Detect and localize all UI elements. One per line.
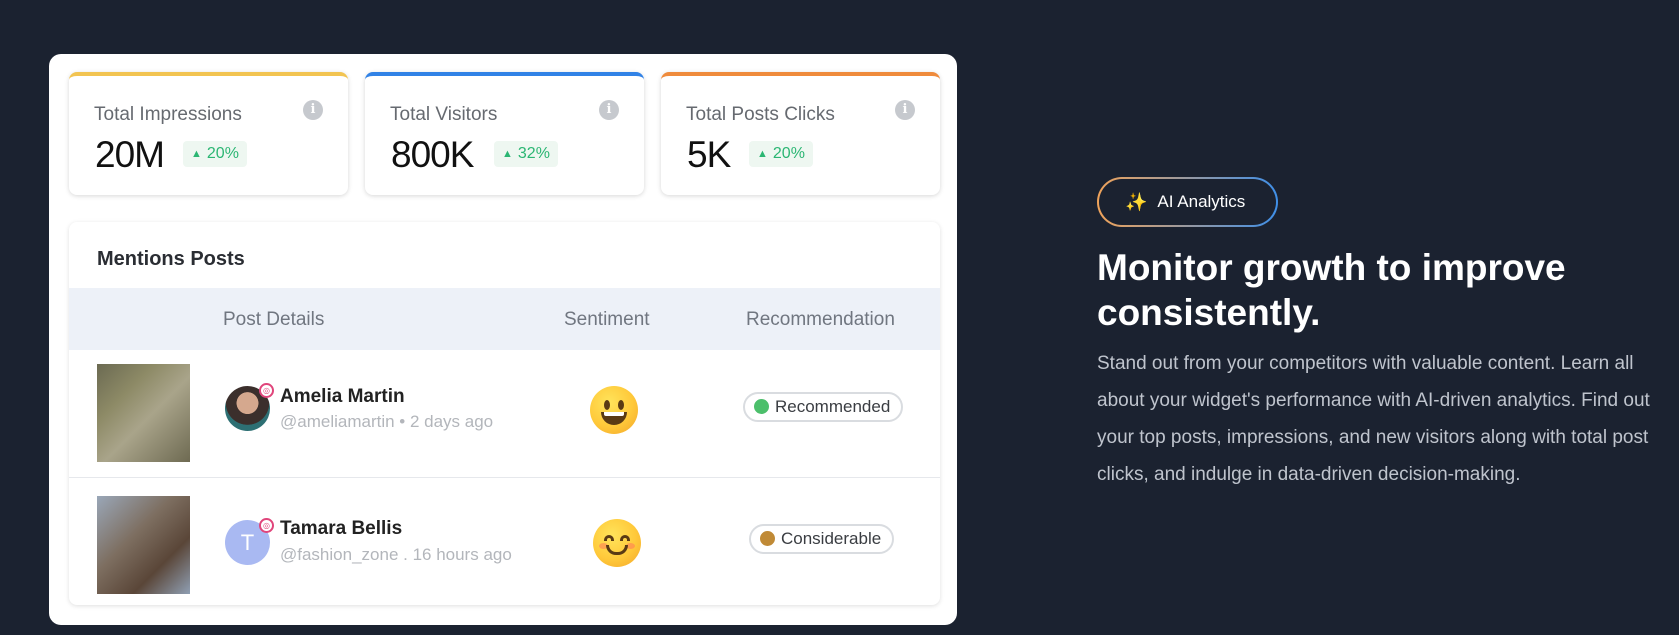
arrow-up-icon: ▲ — [191, 148, 202, 160]
stat-value: 5K — [687, 134, 731, 175]
stat-title: Total Visitors — [390, 104, 498, 125]
recommendation-badge: Recommended — [743, 392, 904, 422]
recommendation-label: Considerable — [781, 529, 882, 548]
stat-value: 20M — [95, 134, 165, 175]
page: Total Impressions i 20M ▲ 20% Total Visit… — [0, 0, 1679, 635]
status-dot-icon — [760, 531, 775, 546]
stat-change-badge: ▲ 20% — [183, 141, 247, 167]
column-header-post-details: Post Details — [223, 309, 325, 330]
smiling-face-icon — [593, 519, 641, 567]
headline: Monitor growth to improve consistently. — [1097, 247, 1566, 333]
stat-change-badge: ▲ 20% — [749, 141, 813, 167]
author-handle-time: @fashion_zone . 16 hours ago — [280, 545, 512, 564]
instagram-icon: ◎ — [259, 518, 274, 533]
stat-change-value: 32% — [517, 145, 550, 162]
status-dot-icon — [754, 399, 769, 414]
stat-card-visitors: Total Visitors i 800K ▲ 32% — [365, 72, 644, 195]
post-thumbnail[interactable] — [97, 364, 190, 462]
stat-change-badge: ▲ 32% — [494, 141, 558, 167]
stat-change-value: 20% — [772, 145, 805, 162]
stats-row: Total Impressions i 20M ▲ 20% Total Visit… — [69, 72, 940, 195]
info-icon[interactable]: i — [303, 100, 323, 120]
table-header: Post Details Sentiment Recommendation — [69, 288, 940, 350]
stat-title: Total Impressions — [94, 104, 242, 125]
stat-card-post-clicks: Total Posts Clicks i 5K ▲ 20% — [661, 72, 940, 195]
table-row[interactable]: T ◎ Tamara Bellis @fashion_zone . 16 hou… — [69, 479, 940, 605]
arrow-up-icon: ▲ — [757, 148, 768, 160]
table-row[interactable]: ◎ Amelia Martin @ameliamartin • 2 days a… — [69, 350, 940, 478]
stat-value: 800K — [391, 134, 474, 175]
post-thumbnail[interactable] — [97, 496, 190, 594]
badge-label: AI Analytics — [1157, 192, 1246, 211]
stat-change-value: 20% — [206, 145, 239, 162]
stat-title: Total Posts Clicks — [686, 104, 835, 125]
recommendation-label: Recommended — [775, 397, 891, 416]
author-handle-time: @ameliamartin • 2 days ago — [280, 412, 494, 431]
column-header-sentiment: Sentiment — [564, 309, 650, 330]
author-name: Amelia Martin — [280, 386, 405, 407]
section-title: Mentions Posts — [97, 248, 245, 270]
arrow-up-icon: ▲ — [502, 148, 513, 160]
recommendation-badge: Considerable — [749, 524, 895, 554]
column-header-recommendation: Recommendation — [746, 309, 895, 330]
info-icon[interactable]: i — [599, 100, 619, 120]
magic-wand-icon: ✨ — [1125, 191, 1148, 212]
grinning-face-icon — [590, 386, 638, 434]
instagram-icon: ◎ — [259, 383, 274, 398]
description: Stand out from your competitors with val… — [1097, 353, 1650, 485]
stat-card-impressions: Total Impressions i 20M ▲ 20% — [69, 72, 348, 195]
info-icon[interactable]: i — [895, 100, 915, 120]
dashboard-preview-card: Total Impressions i 20M ▲ 20% Total Visit… — [49, 54, 957, 625]
mentions-posts-table: Mentions Posts Post Details Sentiment Re… — [69, 222, 940, 605]
ai-analytics-badge: ✨ AI Analytics — [1097, 177, 1278, 227]
author-name: Tamara Bellis — [280, 518, 403, 539]
